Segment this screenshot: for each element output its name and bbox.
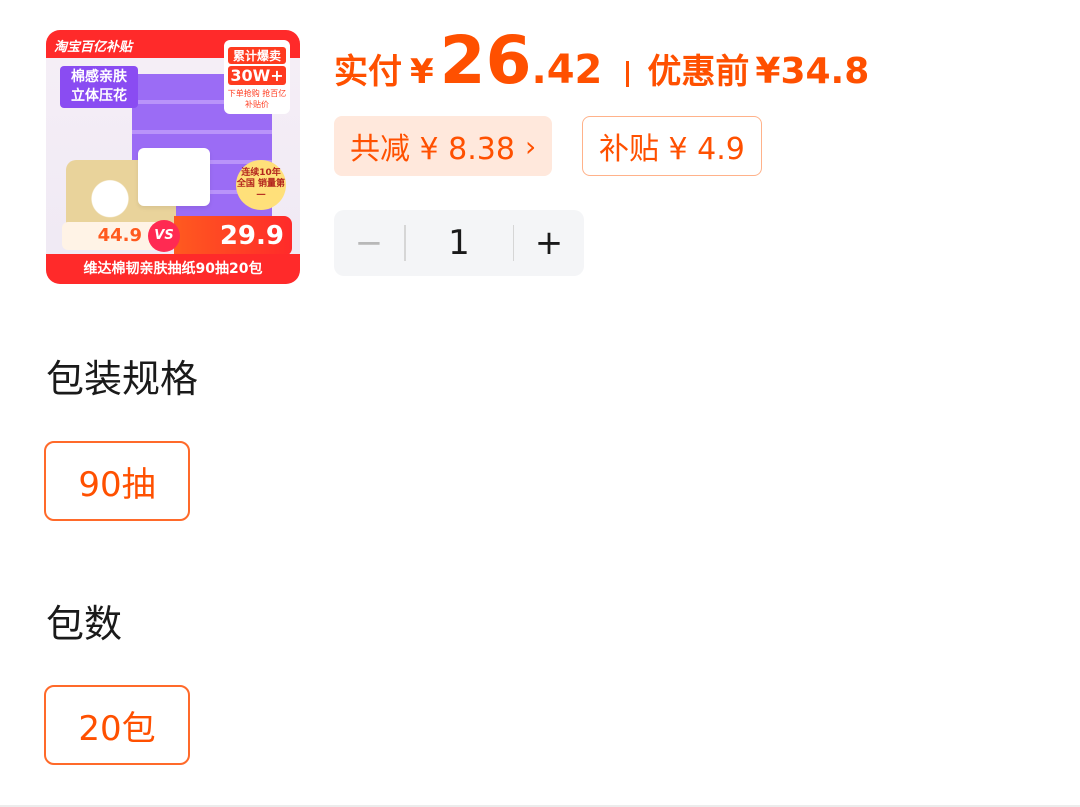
- packaging-option-90[interactable]: 90抽: [44, 441, 190, 521]
- before-discount-price: ¥34.8: [755, 51, 870, 92]
- vs-icon: VS: [148, 220, 180, 252]
- sales-badge-line2: 30W+: [228, 66, 286, 85]
- sales-badge: 累计爆卖 30W+ 下单抢购 抢百亿补贴价: [224, 40, 290, 114]
- increase-quantity-button[interactable]: +: [514, 210, 584, 276]
- price-row: 实付 ¥ 26 .42 优惠前 ¥34.8: [334, 28, 869, 108]
- subsidy-chip: 补贴 ¥ 4.9: [582, 116, 762, 176]
- sales-badge-line1: 累计爆卖: [228, 47, 286, 64]
- sales-badge-line3: 下单抢购 抢百亿补贴价: [227, 89, 287, 109]
- compare-old-price: 44.9: [62, 222, 158, 250]
- tissue-sheet-graphic: [138, 148, 210, 206]
- price-compare-strip: 44.9 29.9 VS: [62, 216, 292, 256]
- sku-selector-panel: 淘宝百亿补贴 棉感亲肤 立体压花 累计爆卖 30W+ 下单抢购 抢百亿补贴价 连…: [0, 0, 1080, 807]
- pay-price-integer: 26: [439, 22, 532, 99]
- pack-count-option-20[interactable]: 20包: [44, 685, 190, 765]
- subsidy-banner: 淘宝百亿补贴: [54, 40, 133, 55]
- quantity-value[interactable]: 1: [406, 223, 513, 263]
- pay-label: 实付: [334, 52, 402, 92]
- price-separator: [626, 61, 630, 87]
- pay-price-decimal: .42: [531, 47, 603, 93]
- chevron-right-icon: ›: [524, 129, 537, 163]
- product-image: 淘宝百亿补贴 棉感亲肤 立体压花 累计爆卖 30W+ 下单抢购 抢百亿补贴价 连…: [46, 30, 300, 284]
- decrease-quantity-button[interactable]: −: [334, 210, 404, 276]
- total-reduction-label: 共减 ¥ 8.38: [350, 132, 515, 167]
- subsidy-label: 补贴 ¥ 4.9: [599, 132, 745, 167]
- total-reduction-chip[interactable]: 共减 ¥ 8.38 ›: [334, 116, 553, 176]
- packaging-spec-title: 包装规格: [46, 357, 199, 401]
- product-slogan: 棉感亲肤 立体压花: [60, 66, 138, 108]
- rank-badge: 连续10年 全国 销量第一: [236, 160, 286, 210]
- before-discount-label: 优惠前: [647, 52, 750, 92]
- product-caption: 维达棉韧亲肤抽纸90抽20包: [46, 254, 300, 284]
- compare-new-price: 29.9: [174, 216, 292, 256]
- quantity-stepper: − 1 +: [334, 210, 584, 276]
- pack-count-title: 包数: [46, 602, 123, 646]
- pay-currency: ¥: [410, 52, 434, 92]
